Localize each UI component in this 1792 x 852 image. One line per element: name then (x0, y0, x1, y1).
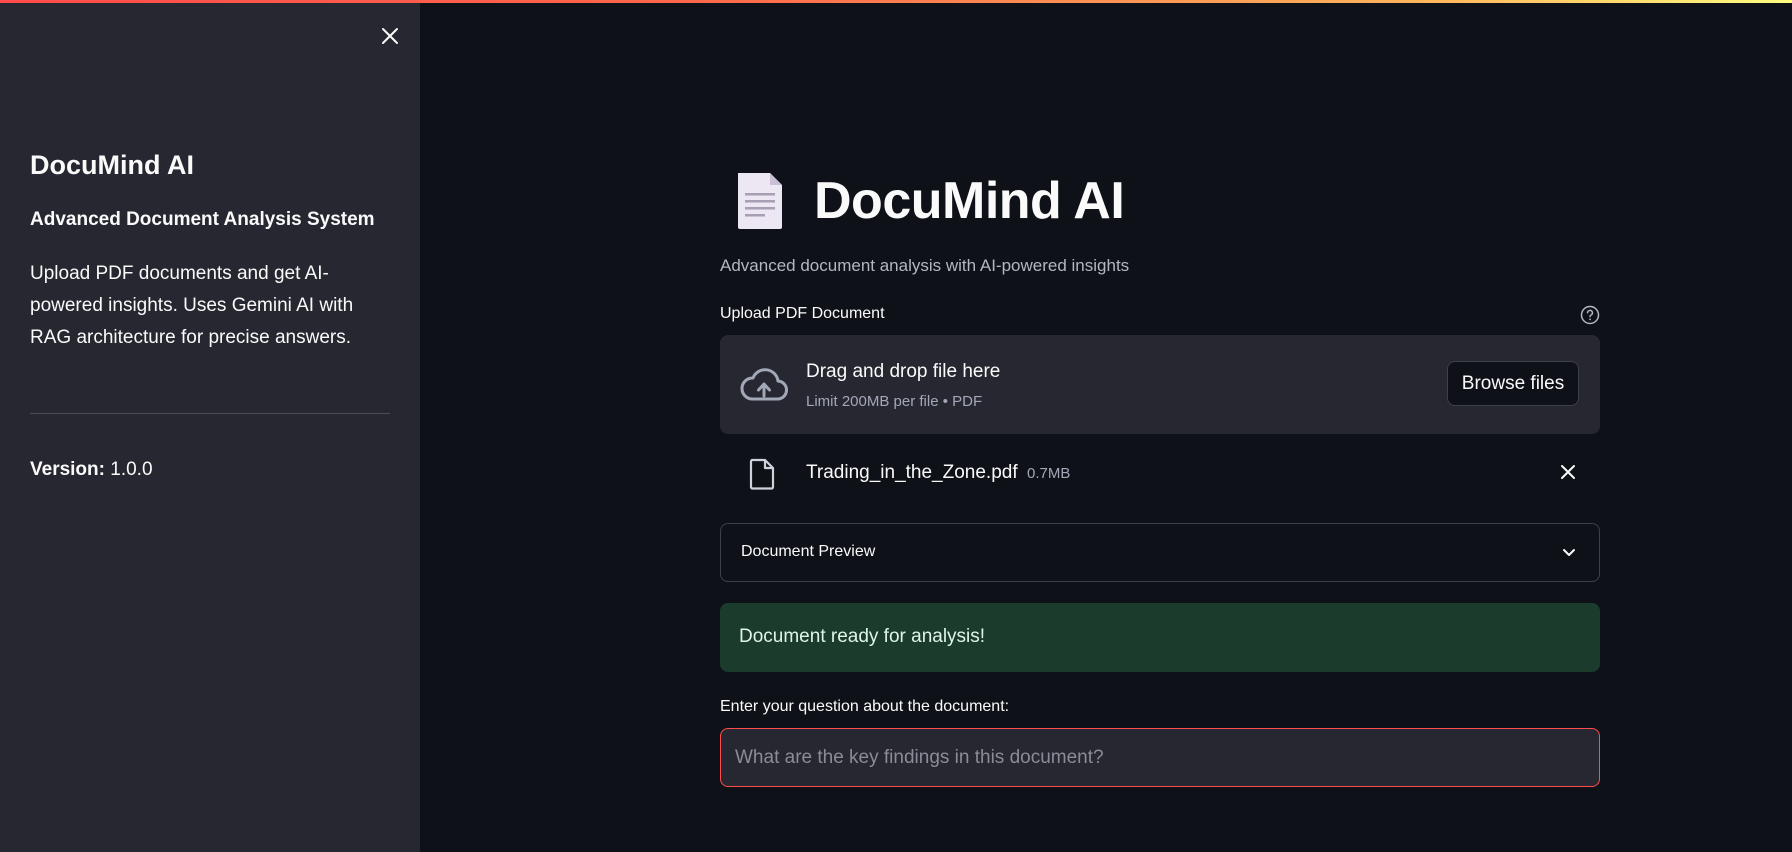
sidebar: DocuMind AI Advanced Document Analysis S… (0, 0, 420, 852)
version-label: Version: (30, 459, 105, 480)
version-value: 1.0.0 (110, 459, 153, 480)
file-dropzone[interactable]: Drag and drop file here Limit 200MB per … (720, 335, 1600, 434)
upload-label: Upload PDF Document (720, 305, 885, 322)
sidebar-description: Upload PDF documents and get AI-powered … (30, 263, 354, 348)
document-preview-expander[interactable]: Document Preview (720, 523, 1600, 582)
sidebar-divider (30, 413, 390, 414)
question-label: Enter your question about the document: (720, 698, 1010, 715)
status-message: Document ready for analysis! (739, 626, 986, 647)
help-icon[interactable] (1580, 305, 1600, 325)
browse-files-button[interactable]: Browse files (1447, 361, 1579, 406)
remove-file-button[interactable] (1556, 460, 1580, 484)
document-icon (738, 173, 782, 229)
sidebar-version: Version: 1.0.0 (30, 459, 153, 481)
sidebar-subtitle: Advanced Document Analysis System (30, 209, 375, 230)
file-icon (749, 458, 775, 490)
file-name: Trading_in_the_Zone.pdf (806, 462, 1018, 483)
sidebar-close-button[interactable] (376, 22, 404, 50)
sidebar-title: DocuMind AI (30, 150, 194, 180)
status-alert: Document ready for analysis! (720, 603, 1600, 672)
chevron-down-icon (1563, 549, 1575, 556)
expander-label: Document Preview (741, 543, 876, 560)
close-icon (1561, 465, 1575, 479)
close-icon (382, 28, 398, 44)
page-header: DocuMind AI (734, 168, 1125, 234)
file-size: 0.7MB (1027, 465, 1071, 482)
uploaded-file-row: Trading_in_the_Zone.pdf 0.7MB (720, 450, 1600, 494)
dropzone-limit: Limit 200MB per file • PDF (806, 393, 983, 410)
question-input[interactable] (720, 728, 1600, 787)
top-decoration-bar (0, 0, 1792, 3)
page-subtitle: Advanced document analysis with AI-power… (720, 256, 1130, 275)
dropzone-title: Drag and drop file here (806, 361, 1001, 382)
page-title: DocuMind AI (814, 172, 1125, 230)
cloud-upload-icon (740, 368, 788, 401)
